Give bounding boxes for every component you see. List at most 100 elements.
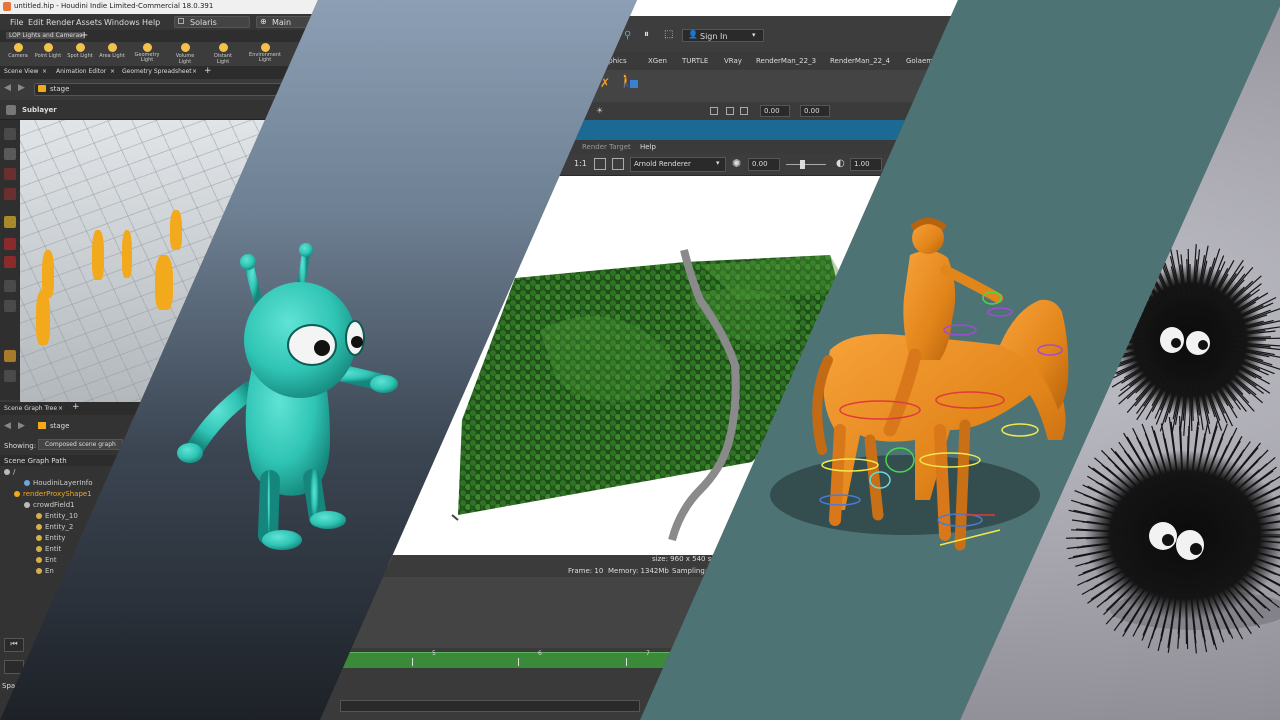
close-icon[interactable]: × xyxy=(110,68,115,75)
magnet-icon[interactable] xyxy=(4,256,16,268)
display-tool-icon[interactable] xyxy=(4,350,16,362)
desktop-name: Solaris xyxy=(190,18,217,27)
eye-icon[interactable] xyxy=(4,300,16,312)
memory-label: Memory: 1342Mb xyxy=(608,567,669,575)
crowd-figure xyxy=(92,230,104,280)
crowd-figure xyxy=(122,230,132,278)
handle-tool-icon[interactable] xyxy=(4,188,16,200)
shelf-tab-lop-lights[interactable]: LOP Lights and Cameras xyxy=(6,32,86,39)
environment-light-icon xyxy=(260,43,270,52)
sublayer-node-icon xyxy=(6,105,16,115)
tab-scene-graph-tree[interactable]: Scene Graph Tree xyxy=(4,405,57,412)
tick-label: 6 xyxy=(538,650,542,657)
tree-path-label: stage xyxy=(50,422,70,430)
tree-row[interactable]: Entity_2 xyxy=(36,523,73,534)
close-icon[interactable]: × xyxy=(192,68,197,75)
window-title: untitled.hip - Houdini Indie Limited-Com… xyxy=(14,2,214,10)
camera-tool-icon[interactable] xyxy=(4,280,16,292)
rewind-button[interactable]: ⏮ xyxy=(4,638,24,652)
back-arrow-icon[interactable]: ◀ xyxy=(4,421,11,431)
forward-arrow-icon[interactable]: ▶ xyxy=(18,421,25,431)
houdini-logo-icon xyxy=(3,2,11,11)
prim-icon xyxy=(4,469,10,475)
tree-row[interactable]: Entit xyxy=(36,545,61,556)
tree-row[interactable]: Entity xyxy=(36,534,65,545)
area-light-icon xyxy=(107,43,117,52)
shelf-tool-geometry-light[interactable]: Geometry Light xyxy=(133,43,161,63)
close-icon[interactable]: × xyxy=(58,405,63,412)
camera-icon xyxy=(13,43,23,52)
tree-row[interactable]: Ent xyxy=(36,556,57,567)
snap-tool-icon[interactable] xyxy=(4,370,16,382)
menu-file[interactable]: File xyxy=(10,18,23,27)
shelf-tool-volume-light[interactable]: Volume Light xyxy=(170,43,200,65)
select-tool-icon[interactable] xyxy=(4,128,16,140)
light-tool-icon[interactable] xyxy=(4,216,16,228)
menu-edit[interactable]: Edit xyxy=(28,18,44,27)
tree-row[interactable]: crowdField1 xyxy=(24,501,75,512)
tree-row[interactable]: / xyxy=(4,468,15,479)
geometry-light-icon xyxy=(142,43,152,52)
entity-icon xyxy=(36,546,42,552)
entity-icon xyxy=(36,557,42,563)
sampling-label: Sampling: xyxy=(672,567,708,575)
shelf-tool-area-light[interactable]: Area Light xyxy=(97,43,127,59)
tree-row[interactable]: En xyxy=(36,567,54,578)
stop-button[interactable] xyxy=(4,660,24,674)
distant-light-icon xyxy=(218,43,228,52)
transform-tool-icon[interactable] xyxy=(4,238,16,250)
shelf-tool-distant-light[interactable]: Distant Light xyxy=(208,43,238,65)
column-header: Scene Graph Path xyxy=(4,457,67,465)
showing-label: Showing: xyxy=(4,442,37,450)
spot-light-icon xyxy=(75,43,85,52)
tree-row[interactable]: Entity_10 xyxy=(36,512,78,523)
entity-icon xyxy=(36,524,42,530)
menu-assets[interactable]: Assets xyxy=(76,18,102,27)
entity-icon xyxy=(36,535,42,541)
add-shelf-icon[interactable]: + xyxy=(80,30,88,41)
frame-label: Frame: 10 xyxy=(568,567,604,575)
shelf-tool-point-light[interactable]: Point Light xyxy=(33,43,63,59)
add-tab-icon[interactable]: + xyxy=(204,66,212,76)
path-field[interactable] xyxy=(34,83,294,96)
houdini-menu-bar: File Edit Render Assets Windows Help Sol… xyxy=(0,14,318,30)
path-label: stage xyxy=(50,85,70,93)
handle-tool-icon[interactable] xyxy=(4,168,16,180)
houdini-pane-tabs: Scene View × Animation Editor × Geometry… xyxy=(0,66,318,79)
stage-node-icon xyxy=(38,85,46,92)
tab-geometry-spreadsheet[interactable]: Geometry Spreadsheet xyxy=(122,68,192,75)
shelf-tool-camera[interactable]: Camera xyxy=(3,43,33,59)
menu-windows[interactable]: Windows xyxy=(104,18,140,27)
volume-light-icon xyxy=(180,43,190,52)
tick-mark xyxy=(518,658,519,666)
entity-icon xyxy=(36,513,42,519)
tick-mark xyxy=(412,658,413,666)
close-icon[interactable]: × xyxy=(42,68,47,75)
tab-scene-view[interactable]: Scene View xyxy=(4,68,38,75)
shelf-tool-spot-light[interactable]: Spot Light xyxy=(65,43,95,59)
tick-label: 5 xyxy=(432,650,436,657)
tick-mark xyxy=(626,658,627,666)
houdini-tool-strip xyxy=(0,120,20,400)
back-arrow-icon[interactable]: ◀ xyxy=(4,83,11,93)
size-label: size: 960 x 540 sc xyxy=(652,555,716,563)
desktop-icon xyxy=(178,18,184,24)
tree-row-selected[interactable]: renderProxyShape1 xyxy=(14,490,92,501)
context-name: Main xyxy=(272,18,292,27)
node-type-label: Sublayer xyxy=(22,106,57,114)
menu-help[interactable]: Help xyxy=(142,18,160,27)
tree-row[interactable]: HoudiniLayerInfo xyxy=(24,479,93,490)
globe-icon: ⊕ xyxy=(260,17,267,26)
lock-icon[interactable] xyxy=(4,148,16,160)
add-tab-icon[interactable]: + xyxy=(72,402,80,412)
tick-label: 7 xyxy=(646,650,650,657)
shelf-tool-environment-light[interactable]: Environment Light xyxy=(248,43,282,63)
tab-animation-editor[interactable]: Animation Editor xyxy=(56,68,106,75)
mesh-icon xyxy=(14,491,20,497)
stage-node-icon xyxy=(38,422,46,429)
range-slider-bar[interactable] xyxy=(340,700,640,712)
showing-dropdown[interactable]: Composed scene graph xyxy=(38,439,123,450)
menu-render[interactable]: Render xyxy=(46,18,74,27)
forward-arrow-icon[interactable]: ▶ xyxy=(18,83,25,93)
crowd-figure xyxy=(155,255,173,310)
